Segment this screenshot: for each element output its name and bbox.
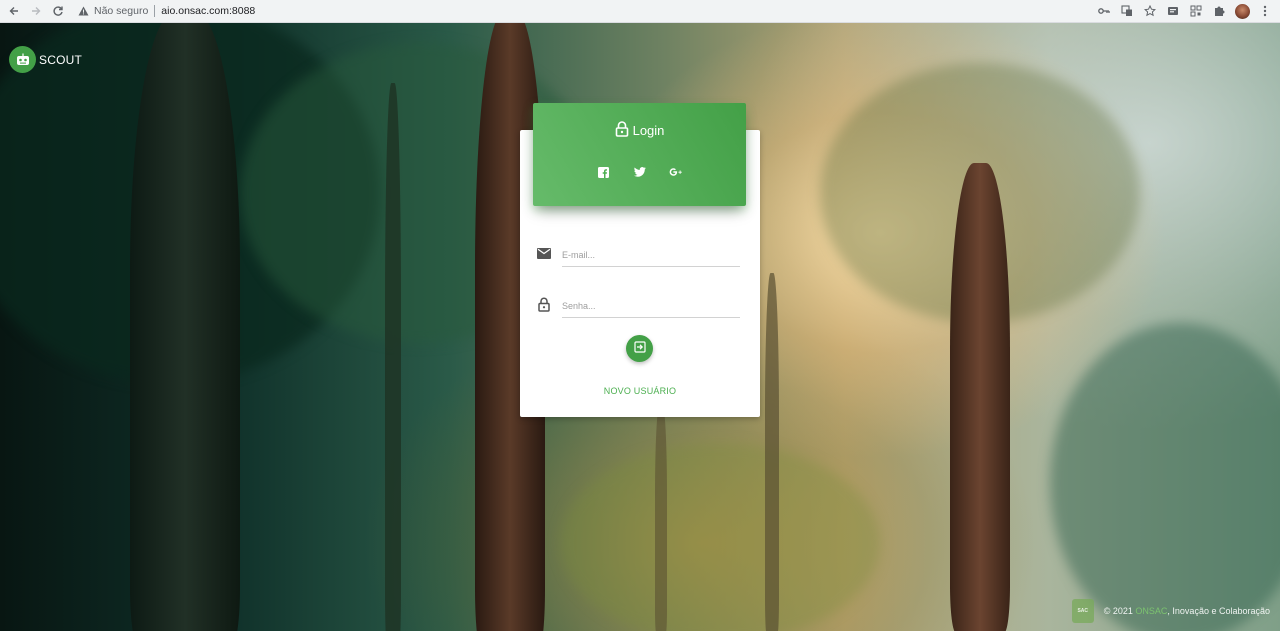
login-title: Login xyxy=(632,123,665,138)
cast-icon[interactable] xyxy=(1164,2,1182,20)
warning-icon xyxy=(77,5,89,17)
login-submit-button[interactable] xyxy=(626,335,653,362)
foliage-shape xyxy=(560,443,880,631)
tree-trunk xyxy=(130,23,240,631)
security-label: Não seguro xyxy=(94,5,149,17)
reload-icon[interactable] xyxy=(47,0,69,22)
password-field-row xyxy=(536,294,740,318)
twitter-icon[interactable] xyxy=(633,165,647,179)
brand[interactable]: SCOUT xyxy=(9,46,82,73)
lock-icon xyxy=(615,120,629,137)
onsac-logo: SAC xyxy=(1071,599,1094,623)
url-text[interactable]: aio.onsac.com:8088 xyxy=(161,5,255,17)
email-input[interactable] xyxy=(562,245,740,267)
page-background: SCOUT Login E-mail... NOVO USUÁRIO SAC ©… xyxy=(0,23,1280,631)
password-input[interactable] xyxy=(562,296,740,318)
forward-arrow-icon[interactable] xyxy=(25,0,47,22)
back-arrow-icon[interactable] xyxy=(3,0,25,22)
email-field-row xyxy=(536,243,740,267)
grid-icon[interactable] xyxy=(1187,2,1205,20)
login-header: Login xyxy=(533,103,746,206)
url-divider xyxy=(154,5,156,17)
footer-logo-text: SAC xyxy=(1077,608,1089,614)
lock-icon xyxy=(536,296,552,312)
tree-trunk xyxy=(765,273,779,631)
translate-icon[interactable] xyxy=(1118,2,1136,20)
brand-name: SCOUT xyxy=(39,52,82,67)
google-plus-icon[interactable] xyxy=(669,165,683,179)
robot-icon xyxy=(9,46,36,73)
puzzle-icon[interactable] xyxy=(1210,2,1228,20)
avatar[interactable] xyxy=(1233,2,1251,20)
tree-trunk xyxy=(655,403,667,631)
tree-trunk xyxy=(385,83,401,631)
browser-toolbar: Não seguro aio.onsac.com:8088 xyxy=(0,0,1280,23)
footer: SAC © 2021 ONSAC, Inovação e Colaboração xyxy=(1071,599,1270,623)
tree-trunk xyxy=(950,163,1010,631)
mail-icon xyxy=(536,245,552,261)
footer-tagline: , Inovação e Colaboração xyxy=(1167,606,1270,616)
facebook-icon[interactable] xyxy=(597,165,611,179)
foliage-shape xyxy=(1050,323,1280,631)
star-icon[interactable] xyxy=(1141,2,1159,20)
footer-copyright: © 2021 xyxy=(1103,606,1133,616)
key-icon[interactable] xyxy=(1095,2,1113,20)
new-user-link[interactable]: NOVO USUÁRIO xyxy=(520,386,760,396)
address-bar[interactable]: Não seguro aio.onsac.com:8088 xyxy=(77,2,255,21)
more-icon[interactable] xyxy=(1256,2,1274,20)
login-icon xyxy=(633,341,646,356)
footer-brand-link[interactable]: ONSAC xyxy=(1135,606,1167,616)
